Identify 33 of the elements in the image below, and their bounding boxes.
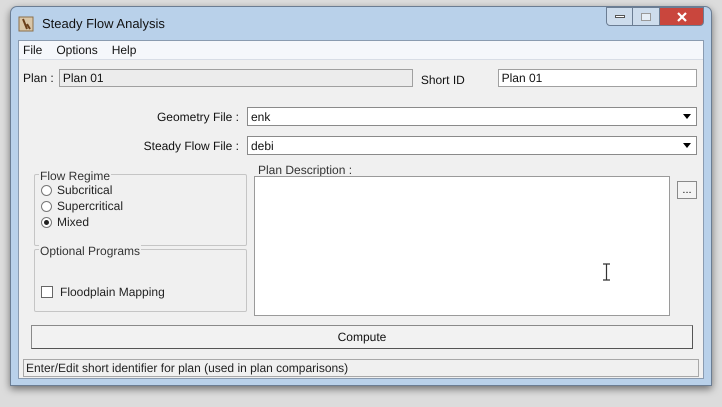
file-label: Geometry File : bbox=[156, 108, 240, 126]
file-dropdown[interactable]: debi bbox=[247, 136, 697, 155]
group-title: Optional Programs bbox=[39, 242, 142, 260]
plan-description-field[interactable] bbox=[254, 176, 670, 316]
text-cursor-icon bbox=[602, 263, 611, 281]
app-icon bbox=[18, 16, 34, 32]
browse-button[interactable]: ... bbox=[677, 181, 697, 199]
short-id-field[interactable]: Plan 01 bbox=[498, 69, 697, 87]
radio-label[interactable]: Mixed bbox=[57, 213, 90, 231]
menu-item[interactable]: File bbox=[23, 41, 42, 59]
dropdown-arrow-icon bbox=[683, 143, 691, 148]
checkbox[interactable] bbox=[41, 286, 53, 298]
maximize-button[interactable] bbox=[633, 7, 659, 26]
menu-item[interactable]: Options bbox=[56, 41, 98, 59]
short-id-label: Short ID bbox=[420, 72, 466, 89]
menu-item[interactable]: Help bbox=[112, 41, 136, 59]
radio-button[interactable] bbox=[41, 216, 52, 228]
radio-button[interactable] bbox=[41, 184, 52, 196]
radio-button[interactable] bbox=[41, 200, 52, 212]
file-dropdown[interactable]: enk bbox=[247, 107, 697, 126]
checkbox-label[interactable]: Floodplain Mapping bbox=[60, 283, 165, 301]
compute-button[interactable]: Compute bbox=[31, 325, 693, 349]
plan-field[interactable]: Plan 01 bbox=[58, 69, 413, 87]
plan-label: Plan : bbox=[23, 70, 55, 87]
dropdown-arrow-icon bbox=[683, 114, 691, 119]
close-button[interactable] bbox=[659, 7, 704, 26]
plan-description-label: Plan Description : bbox=[258, 162, 354, 176]
status-bar: Enter/Edit short identifier for plan (used in plan comparisons) bbox=[23, 359, 699, 377]
minimize-button[interactable] bbox=[606, 7, 633, 26]
window-title: Steady Flow Analysis bbox=[42, 14, 165, 33]
radio-label[interactable]: Supercritical bbox=[57, 197, 124, 215]
file-label: Steady Flow File : bbox=[142, 138, 240, 154]
close-icon bbox=[676, 12, 686, 22]
